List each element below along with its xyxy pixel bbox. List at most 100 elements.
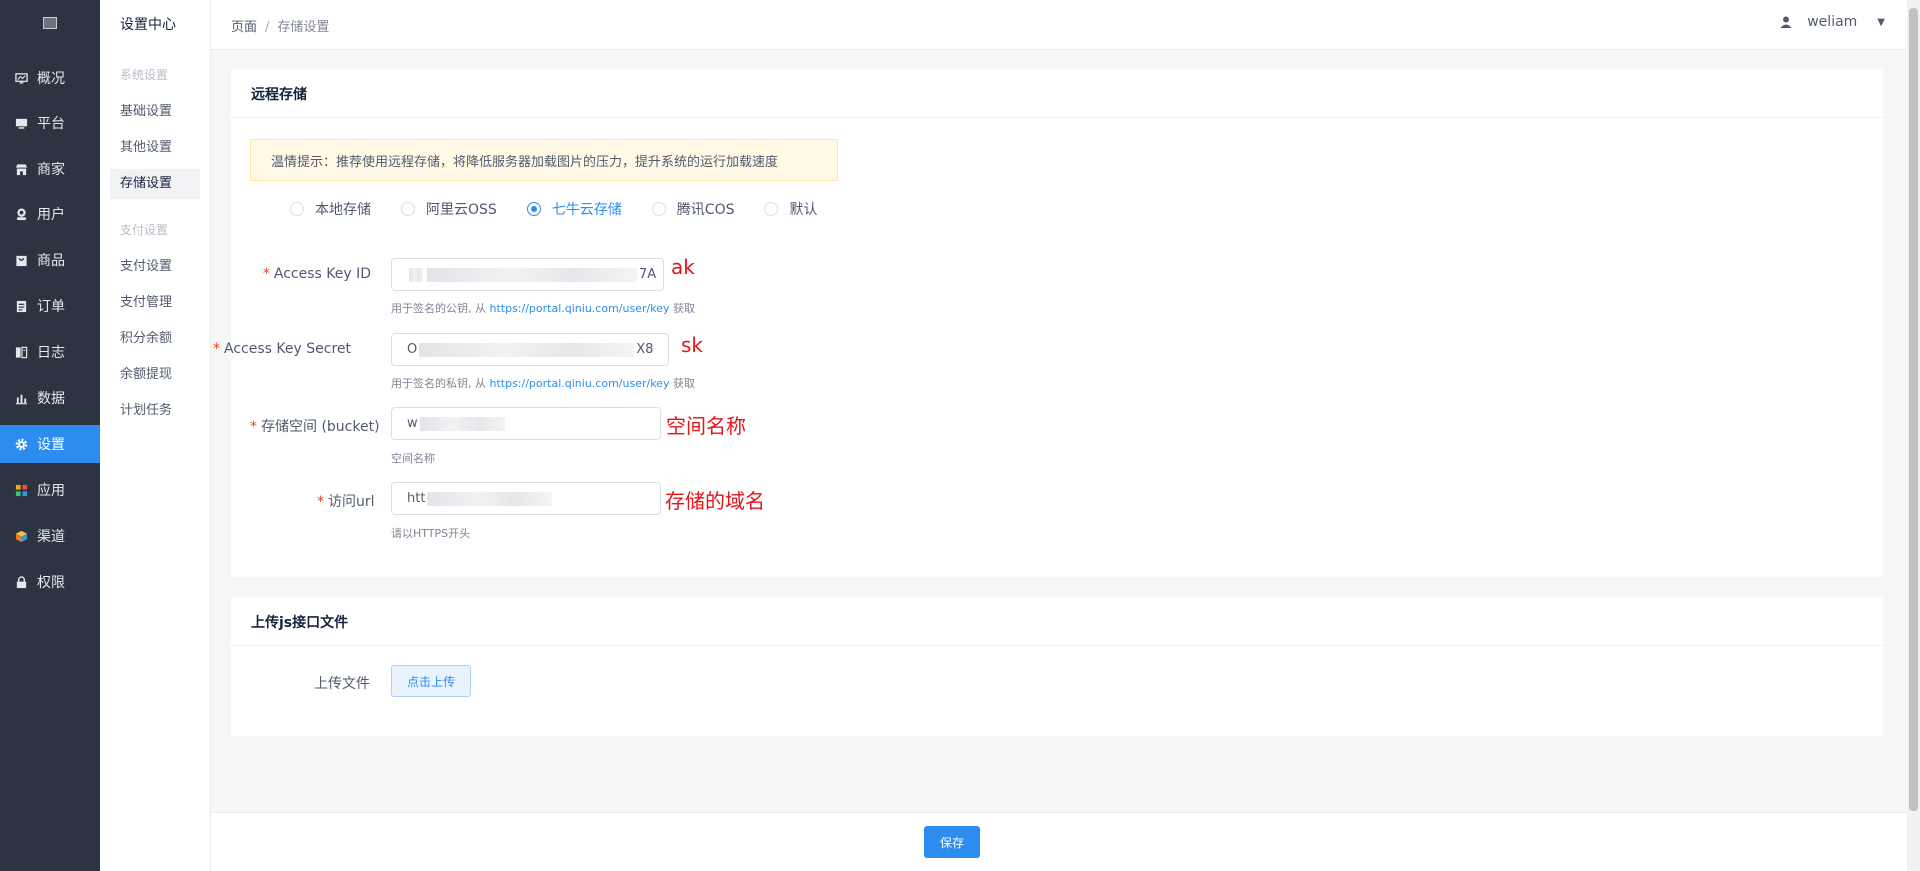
qiniu-key-link[interactable]: https://portal.qiniu.com/user/key (490, 377, 670, 390)
main-nav: 概况 平台 商家 用户 商品 订单 日志 数据 设置 应用 渠道 权限 (0, 0, 100, 871)
submenu-item-scheduled-tasks[interactable]: 计划任务 (110, 396, 200, 426)
nav-label: 平台 (37, 116, 65, 132)
submenu-item-storage[interactable]: 存储设置 (110, 169, 200, 199)
input-value-prefix: O (407, 342, 418, 357)
nav-item-permissions[interactable]: 权限 (0, 563, 100, 601)
radio-qiniu[interactable]: 七牛云存储 (526, 199, 622, 219)
radio-label: 本地存储 (315, 202, 371, 218)
radio-dot (401, 202, 415, 216)
nav-item-data[interactable]: 数据 (0, 379, 100, 417)
submenu-item-basic[interactable]: 基础设置 (110, 97, 200, 127)
submenu-group-system: 系统设置 (120, 68, 169, 82)
nav-label: 日志 (37, 345, 65, 361)
access-key-id-help: 用于签名的公钥, 从 https://portal.qiniu.com/user… (391, 302, 695, 315)
storage-type-radio-group: 本地存储 阿里云OSS 七牛云存储 腾讯COS 默认 (290, 199, 847, 219)
annotation-bucket: 空间名称 (666, 414, 746, 438)
submenu-title: 设置中心 (120, 17, 176, 33)
submenu-item-payment-settings[interactable]: 支付设置 (110, 252, 200, 282)
settings-submenu: 设置中心 系统设置 基础设置 其他设置 存储设置 支付设置 支付设置 支付管理 … (100, 0, 211, 871)
nav-item-settings[interactable]: 设置 (0, 425, 100, 463)
log-icon (15, 346, 28, 358)
submenu-group-payment: 支付设置 (120, 223, 169, 237)
radio-aliyun-oss[interactable]: 阿里云OSS (401, 199, 497, 219)
nav-label: 商品 (37, 253, 65, 269)
radio-label: 腾讯COS (676, 202, 735, 218)
nav-item-orders[interactable]: 订单 (0, 287, 100, 325)
breadcrumb-current: 存储设置 (277, 20, 330, 35)
submenu-item-other[interactable]: 其他设置 (110, 133, 200, 163)
submenu-item-points-balance[interactable]: 积分余额 (110, 324, 200, 354)
card-title: 上传js接口文件 (231, 598, 1883, 646)
nav-label: 渠道 (37, 529, 65, 545)
qiniu-key-link[interactable]: https://portal.qiniu.com/user/key (490, 302, 670, 315)
radio-label: 默认 (789, 202, 818, 218)
nav-item-apps[interactable]: 应用 (0, 471, 100, 509)
breadcrumb: 页面 / 存储设置 (231, 16, 329, 35)
radio-label: 阿里云OSS (426, 202, 497, 218)
access-url-input[interactable]: htt (391, 482, 661, 515)
access-url-label: * 访问url (317, 494, 375, 510)
input-value-suffix: 7A (639, 267, 657, 282)
radio-dot (764, 202, 779, 216)
lock-icon (15, 575, 28, 588)
nav-label: 商家 (37, 162, 65, 178)
nav-item-overview[interactable]: 概况 (0, 59, 100, 97)
nav-label: 权限 (37, 575, 65, 591)
nav-label: 数据 (37, 391, 65, 407)
scrollbar-thumb[interactable] (1909, 8, 1918, 811)
nav-item-logs[interactable]: 日志 (0, 333, 100, 371)
nav-item-merchant[interactable]: 商家 (0, 150, 100, 188)
upload-file-label: 上传文件 (314, 676, 370, 692)
nav-item-platform[interactable]: 平台 (0, 104, 100, 142)
radio-dot (526, 202, 541, 216)
cube-icon (15, 530, 28, 542)
topbar: 页面 / 存储设置 weliam ▼ (211, 0, 1907, 50)
nav-item-channels[interactable]: 渠道 (0, 517, 100, 555)
upload-button[interactable]: 点击上传 (391, 665, 471, 697)
monitor-chart-icon (15, 72, 28, 84)
apps-grid-icon (15, 484, 28, 496)
radio-dot (651, 202, 666, 216)
bucket-input[interactable]: w (391, 407, 661, 440)
bar-chart-icon (15, 392, 28, 404)
submenu-item-withdraw[interactable]: 余额提现 (110, 360, 200, 390)
user-menu[interactable]: weliam ▼ (1779, 14, 1885, 30)
radio-default[interactable]: 默认 (764, 199, 817, 219)
user-icon (15, 207, 28, 220)
breadcrumb-root[interactable]: 页面 (231, 20, 257, 35)
user-icon (1780, 16, 1792, 28)
nav-label: 用户 (37, 207, 65, 223)
radio-tencent-cos[interactable]: 腾讯COS (651, 199, 735, 219)
caret-down-icon: ▼ (1877, 16, 1885, 28)
card-title: 远程存储 (231, 70, 1883, 118)
gear-icon (15, 438, 28, 450)
logo[interactable] (0, 0, 100, 46)
annotation-url: 存储的域名 (665, 489, 765, 513)
input-value-prefix: htt (407, 491, 426, 506)
upload-js-card: 上传js接口文件 (231, 598, 1883, 736)
nav-label: 概况 (37, 71, 65, 87)
bag-icon (15, 254, 28, 266)
bucket-help: 空间名称 (391, 452, 435, 465)
input-value-prefix: w (407, 416, 418, 431)
footer-bar (211, 812, 1907, 871)
save-button[interactable]: 保存 (924, 826, 980, 858)
annotation-ak: ak (671, 255, 695, 279)
input-value-suffix: X8 (636, 342, 654, 357)
nav-label: 订单 (37, 299, 65, 315)
desktop-icon (15, 117, 28, 129)
access-key-secret-input[interactable]: O X8 (391, 333, 669, 366)
submenu-item-payment-manage[interactable]: 支付管理 (110, 288, 200, 318)
radio-local[interactable]: 本地存储 (290, 199, 371, 219)
access-url-help: 请以HTTPS开头 (391, 527, 471, 540)
nav-label: 设置 (37, 437, 65, 453)
nav-label: 应用 (37, 483, 65, 499)
store-icon (15, 163, 28, 175)
access-key-id-label: * Access Key ID (262, 266, 371, 282)
nav-item-users[interactable]: 用户 (0, 195, 100, 233)
access-key-id-input[interactable]: 7A (391, 258, 664, 291)
nav-item-goods[interactable]: 商品 (0, 241, 100, 279)
bucket-label: * 存储空间 (bucket) (250, 419, 380, 435)
radio-dot (290, 202, 304, 216)
radio-label: 七牛云存储 (551, 202, 622, 218)
